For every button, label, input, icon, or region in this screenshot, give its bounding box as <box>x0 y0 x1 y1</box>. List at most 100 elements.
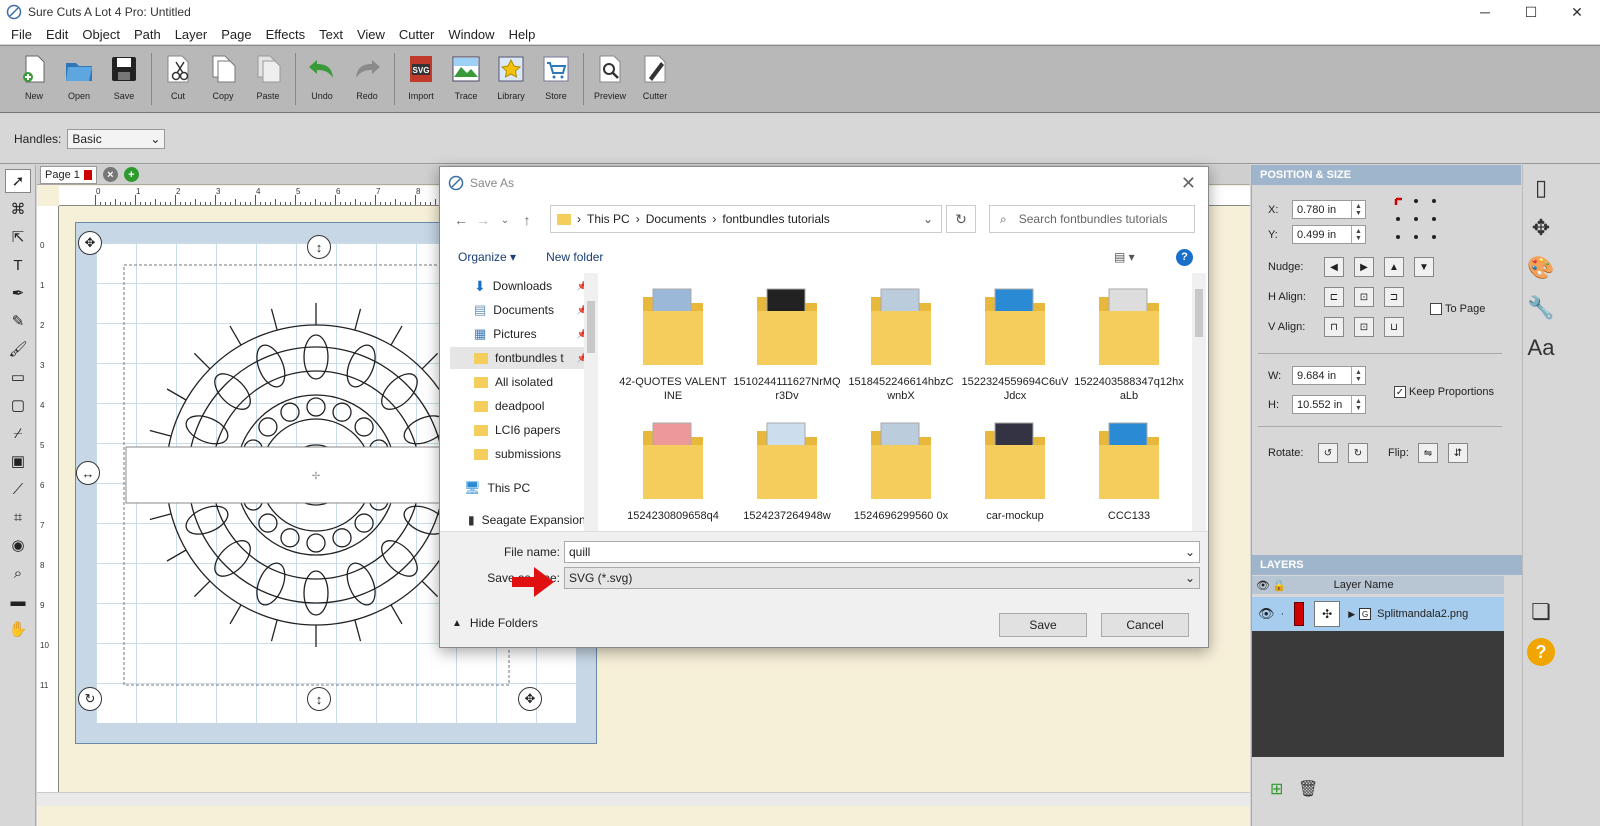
menu-object[interactable]: Object <box>75 27 127 42</box>
nav-item-fontbundles[interactable]: fontbundles t 📌 <box>450 347 590 369</box>
align-left-icon[interactable]: ⊏ <box>1324 287 1344 307</box>
palette-icon[interactable]: 🎨 <box>1523 251 1559 285</box>
layer-row[interactable]: 👁 · ✣ ▶ G Splitmandala2.png <box>1252 597 1504 631</box>
file-item[interactable]: 1524230809658q4 <box>618 417 728 523</box>
add-layer-icon[interactable]: ⊞ <box>1270 779 1283 799</box>
node-edit-tool[interactable]: ⌘ <box>5 197 31 221</box>
chevron-down-icon[interactable]: ⌄ <box>1185 571 1195 585</box>
file-item[interactable]: 1522403588347q12hxaLb <box>1074 283 1184 403</box>
chevron-down-icon[interactable]: ⌄ <box>923 212 933 226</box>
zoom-tool[interactable]: ⌕ <box>5 561 31 585</box>
handles-dropdown[interactable]: Basic ⌄ <box>67 128 166 149</box>
ruler-tool[interactable]: ▬ <box>5 589 31 613</box>
nav-item-this-pc[interactable]: 🖥 This PC <box>450 477 590 499</box>
cutter-button[interactable]: Cutter <box>633 53 677 101</box>
gradient-tool[interactable]: ▣ <box>5 449 31 473</box>
rotate-left-icon[interactable]: ↺ <box>1318 443 1338 463</box>
vertical-resize-handle-icon[interactable]: ↕ <box>307 235 331 259</box>
maximize-button[interactable]: ☐ <box>1508 0 1554 24</box>
chevron-down-icon[interactable]: ⌄ <box>1185 545 1195 559</box>
file-name-input[interactable]: quill ⌄ <box>564 541 1200 563</box>
vertical-resize-handle-icon[interactable]: ↕ <box>307 687 331 711</box>
new-folder-button[interactable]: New folder <box>546 250 603 264</box>
scroll-thumb[interactable] <box>587 301 595 353</box>
text-tool[interactable]: T <box>5 253 31 277</box>
address-bar[interactable]: › This PC › Documents › fontbundles tuto… <box>550 205 942 233</box>
recent-dropdown-icon[interactable]: ⌄ <box>494 215 516 226</box>
nav-item-all-isolated[interactable]: All isolated <box>450 371 590 393</box>
spin-arrows-icon[interactable]: ▲ ▼ <box>1351 367 1365 384</box>
close-page-icon[interactable]: × <box>102 167 118 182</box>
minimize-button[interactable]: ─ <box>1462 0 1508 24</box>
help-icon[interactable]: ? <box>1176 248 1193 266</box>
store-button[interactable]: Store <box>534 53 578 101</box>
font-size-icon[interactable]: Aa <box>1523 331 1559 365</box>
cut-button[interactable]: Cut <box>156 53 200 101</box>
menu-edit[interactable]: Edit <box>39 27 75 42</box>
nudge-right-icon[interactable]: ▶ <box>1354 257 1374 277</box>
path-tool[interactable]: ⌗ <box>5 505 31 529</box>
menu-view[interactable]: View <box>350 27 392 42</box>
menu-help[interactable]: Help <box>502 27 543 42</box>
nav-item-lci6-papers[interactable]: LCI6 papers <box>450 419 590 441</box>
align-right-icon[interactable]: ⊐ <box>1384 287 1404 307</box>
breadcrumb-current-folder[interactable]: fontbundles tutorials <box>722 212 829 226</box>
brush-tool[interactable]: 🖌 <box>5 337 31 361</box>
nav-item-pictures[interactable]: ▦ Pictures 📌 <box>450 323 590 345</box>
align-center-v-icon[interactable]: ⊡ <box>1354 317 1374 337</box>
preview-button[interactable]: Preview <box>588 53 632 101</box>
organize-button[interactable]: Organize ▾ <box>458 250 516 264</box>
menu-page[interactable]: Page <box>214 27 258 42</box>
eraser-tool[interactable]: ▭ <box>5 365 31 389</box>
eyedropper-tool[interactable]: ⌿ <box>5 421 31 445</box>
refresh-button[interactable]: ↻ <box>946 205 976 233</box>
menu-file[interactable]: File <box>4 27 39 42</box>
menu-effects[interactable]: Effects <box>259 27 313 42</box>
file-item[interactable]: car-mockup <box>960 417 1070 523</box>
redo-button[interactable]: Redo <box>345 53 389 101</box>
view-options-icon[interactable]: ▤ ▾ <box>1114 250 1135 264</box>
new-button[interactable]: New <box>12 53 56 101</box>
layers-stack-icon[interactable]: ❏ <box>1523 595 1559 629</box>
move-arrows-icon[interactable]: ✥ <box>1523 211 1559 245</box>
visibility-eye-icon[interactable]: 👁 <box>1258 606 1275 622</box>
nav-scrollbar[interactable] <box>584 273 598 531</box>
shape-tool[interactable]: ▢ <box>5 393 31 417</box>
flip-vertical-icon[interactable]: ⇵ <box>1448 443 1468 463</box>
rotate-right-icon[interactable]: ↻ <box>1348 443 1368 463</box>
breadcrumb-documents[interactable]: Documents <box>646 212 707 226</box>
file-item[interactable]: 1524696299560 0x <box>846 417 956 523</box>
layer-color-swatch[interactable] <box>1294 602 1305 626</box>
nudge-up-icon[interactable]: ▲ <box>1384 257 1404 277</box>
scroll-thumb[interactable] <box>1195 289 1203 337</box>
file-item[interactable]: 1524237264948w <box>732 417 842 523</box>
trace-button[interactable]: Trace <box>444 53 488 101</box>
to-page-checkbox[interactable] <box>1430 303 1442 315</box>
horizontal-scrollbar[interactable] <box>37 792 1250 806</box>
align-center-h-icon[interactable]: ⊡ <box>1354 287 1374 307</box>
height-input[interactable]: 10.552 in ▲ ▼ <box>1292 395 1366 414</box>
menu-path[interactable]: Path <box>127 27 168 42</box>
up-arrow-icon[interactable]: ↑ <box>516 212 538 228</box>
save-button[interactable]: Save <box>999 613 1087 637</box>
document-panel-icon[interactable]: ▯ <box>1523 171 1559 205</box>
nav-item-downloads[interactable]: ⬇ Downloads 📌 <box>450 275 590 297</box>
nudge-left-icon[interactable]: ◀ <box>1324 257 1344 277</box>
breadcrumb-this-pc[interactable]: This PC <box>587 212 630 226</box>
transform-tool[interactable]: ⇱ <box>5 225 31 249</box>
spin-arrows-icon[interactable]: ▲ ▼ <box>1351 201 1365 218</box>
file-item[interactable]: 1522324559694C6uVJdcx <box>960 283 1070 403</box>
x-input[interactable]: 0.780 in ▲ ▼ <box>1292 200 1366 219</box>
knife-tool[interactable]: ⟋ <box>5 477 31 501</box>
flip-horizontal-icon[interactable]: ⇋ <box>1418 443 1438 463</box>
nav-item-deadpool[interactable]: deadpool <box>450 395 590 417</box>
rotate-handle-icon[interactable]: ↻ <box>78 687 102 711</box>
import-button[interactable]: SVG Import <box>399 53 443 101</box>
forward-arrow-icon[interactable]: → <box>472 212 494 228</box>
help-question-icon[interactable]: ? <box>1523 635 1559 669</box>
reference-point-grid-icon[interactable] <box>1394 197 1438 241</box>
weld-tool[interactable]: ◉ <box>5 533 31 557</box>
hand-pan-tool[interactable]: ✋ <box>5 617 31 641</box>
file-item[interactable]: 1510244111627NrMQr3Dv <box>732 283 842 403</box>
nudge-down-icon[interactable]: ▼ <box>1414 257 1434 277</box>
